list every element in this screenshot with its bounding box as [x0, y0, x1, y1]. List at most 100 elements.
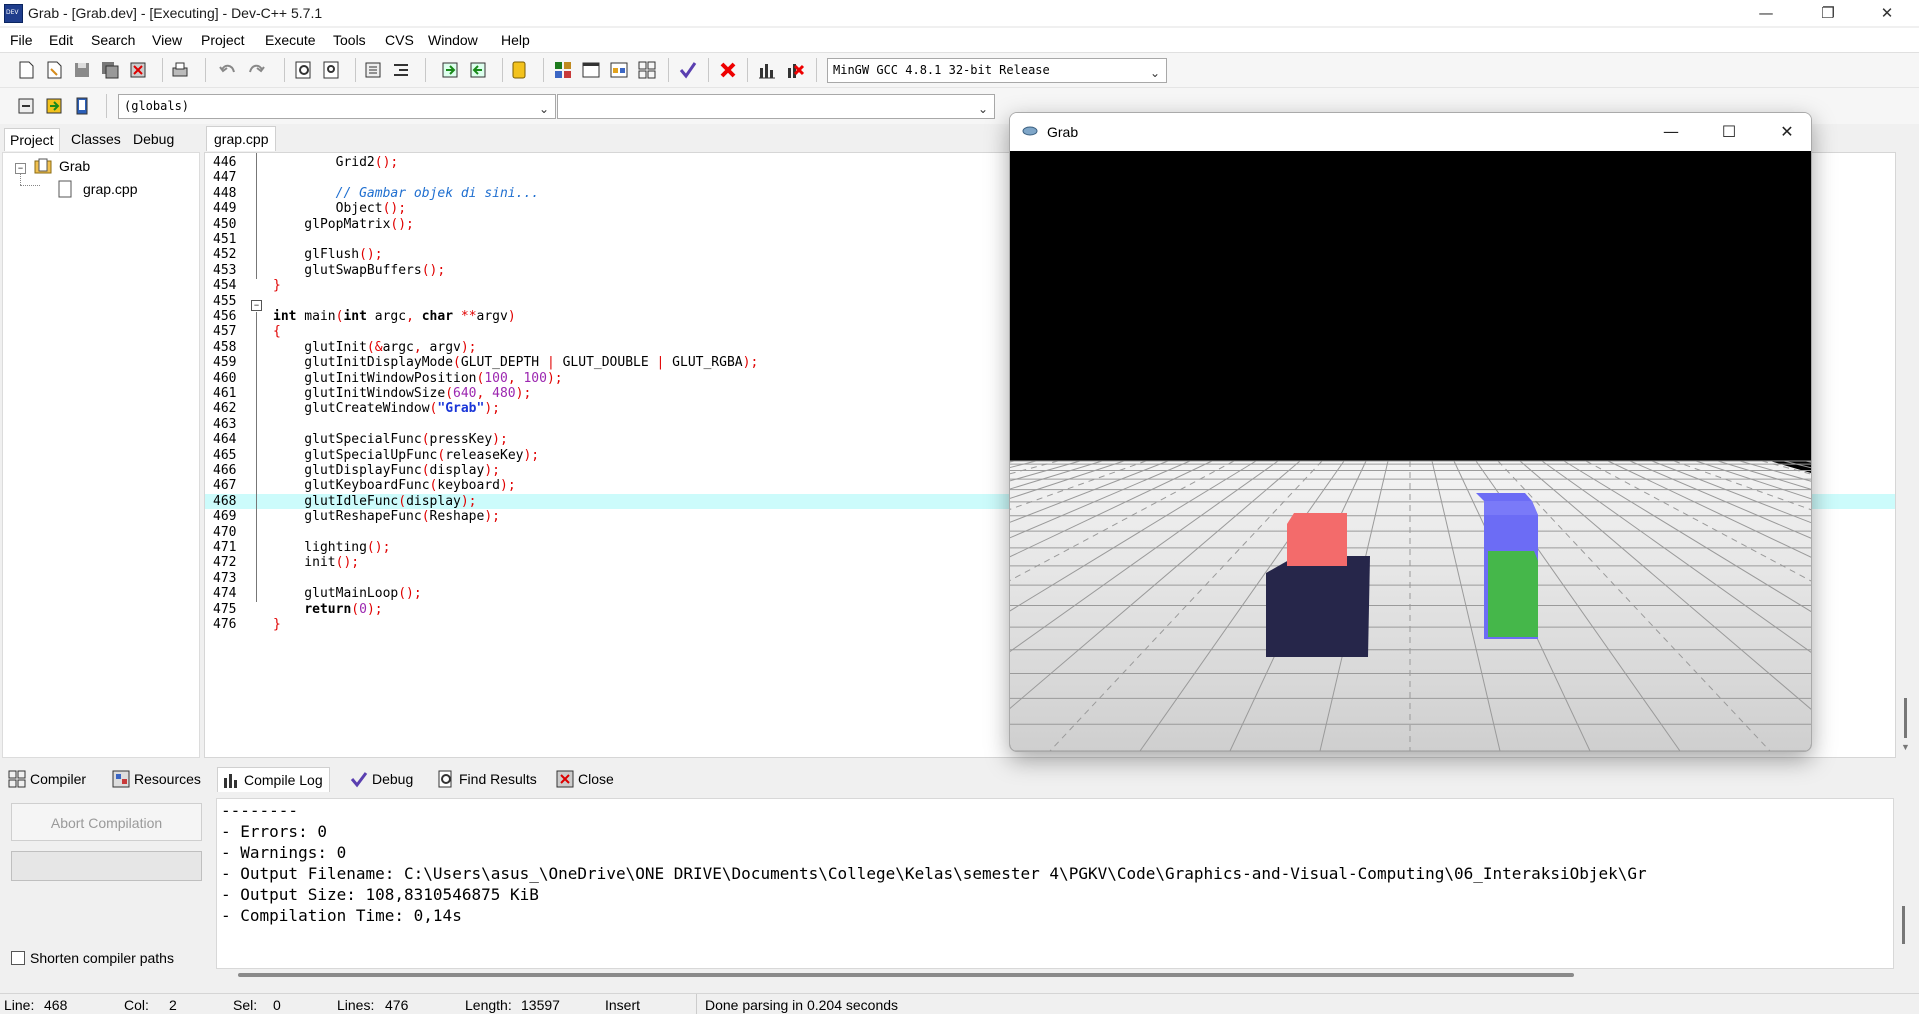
scroll-down-icon[interactable]: ▼	[1901, 742, 1910, 752]
code-text: }	[273, 278, 281, 294]
gl-output-window[interactable]: Grab — ☐ ✕	[1009, 112, 1812, 752]
indent-icon[interactable]	[363, 60, 383, 80]
line-number: 456	[213, 309, 237, 324]
status-length: 13597	[521, 997, 560, 1013]
close-button[interactable]: ✕	[1858, 0, 1916, 26]
new-file-icon[interactable]	[16, 60, 36, 80]
tree-item-file[interactable]: grap.cpp	[83, 181, 137, 197]
project-options-icon[interactable]	[509, 60, 529, 80]
code-text: glutIdleFunc(display);	[273, 493, 477, 509]
replace-icon[interactable]	[322, 60, 342, 80]
status-col: 2	[169, 997, 177, 1013]
abort-compilation-button[interactable]: Abort Compilation	[11, 803, 202, 841]
log-vertical-scrollbar[interactable]	[1902, 906, 1905, 944]
save-icon[interactable]	[72, 60, 92, 80]
tab-classes[interactable]: Classes	[66, 128, 126, 150]
stop-execution-icon[interactable]	[718, 60, 738, 80]
menu-tools[interactable]: Tools	[333, 32, 366, 48]
menu-execute[interactable]: Execute	[265, 32, 316, 48]
editor-scrollbar-thumb[interactable]	[1904, 698, 1907, 738]
scope-select[interactable]: (globals) ⌄	[118, 94, 556, 119]
menu-file[interactable]: File	[10, 32, 33, 48]
gl-window-titlebar[interactable]: Grab — ☐ ✕	[1010, 113, 1811, 151]
close-file-icon[interactable]	[128, 60, 148, 80]
compile-log-output[interactable]: -------- - Errors: 0 - Warnings: 0 - Out…	[216, 798, 1894, 969]
editor-tab[interactable]: grap.cpp	[206, 126, 277, 151]
delete-profile-icon[interactable]	[785, 60, 805, 80]
bookmark-icon[interactable]	[72, 96, 92, 116]
shorten-paths-checkbox[interactable]	[11, 951, 25, 965]
line-number: 471	[213, 540, 237, 555]
tab-project[interactable]: Project	[4, 128, 60, 151]
fold-line	[256, 153, 257, 279]
gl-minimize-button[interactable]: —	[1642, 113, 1700, 151]
line-number: 466	[213, 463, 237, 478]
log-line: - Errors: 0	[221, 822, 327, 841]
menu-view[interactable]: View	[152, 32, 182, 48]
code-text: return(0);	[304, 601, 383, 617]
rebuild-icon[interactable]	[637, 60, 657, 80]
gl-maximize-button[interactable]: ☐	[1700, 113, 1758, 151]
remove-from-project-icon[interactable]	[468, 60, 488, 80]
navy-cube	[1266, 556, 1370, 657]
code-text: glutDisplayFunc(display);	[273, 463, 500, 478]
print-icon[interactable]	[170, 60, 190, 80]
tab-resources[interactable]: Resources	[108, 767, 207, 791]
unindent-icon[interactable]	[391, 60, 411, 80]
tab-compiler[interactable]: Compiler	[4, 767, 92, 791]
tab-debug[interactable]: Debug	[128, 128, 179, 150]
menu-help[interactable]: Help	[501, 32, 530, 48]
code-text: Grid2();	[273, 155, 399, 170]
menu-project[interactable]: Project	[201, 32, 245, 48]
goto-definition-icon[interactable]	[44, 96, 64, 116]
fold-line	[256, 312, 257, 602]
profile-icon[interactable]	[757, 60, 777, 80]
compile-icon[interactable]	[553, 60, 573, 80]
compiler-select[interactable]: MinGW GCC 4.8.1 32-bit Release ⌄	[827, 58, 1167, 83]
menu-cvs[interactable]: CVS	[385, 32, 414, 48]
syntax-check-icon[interactable]	[678, 60, 698, 80]
save-all-icon[interactable]	[100, 60, 120, 80]
close-panel-icon	[556, 770, 574, 788]
tab-debug-bottom[interactable]: Debug	[346, 767, 419, 791]
log-horizontal-scrollbar[interactable]	[238, 973, 1574, 977]
undo-icon[interactable]	[218, 60, 238, 80]
shorten-paths-label: Shorten compiler paths	[30, 950, 174, 966]
fold-toggle-icon[interactable]: −	[251, 300, 262, 311]
line-number: 461	[213, 386, 237, 401]
restore-button[interactable]: ❐	[1799, 0, 1857, 26]
run-icon[interactable]	[581, 60, 601, 80]
menu-search[interactable]: Search	[91, 32, 135, 48]
line-number: 453	[213, 262, 237, 278]
find-icon[interactable]	[294, 60, 314, 80]
code-text: }	[273, 617, 281, 632]
tab-compile-log[interactable]: Compile Log	[217, 767, 330, 792]
gl-render-viewport[interactable]	[1010, 151, 1811, 751]
tree-item-project[interactable]: Grab	[59, 158, 90, 174]
menu-bar: File Edit Search View Project Execute To…	[0, 28, 1919, 52]
tab-close[interactable]: Close	[552, 767, 620, 791]
goto-declaration-icon[interactable]	[16, 96, 36, 116]
code-text: int main(int argc, char **argv)	[273, 309, 516, 324]
tab-find-results[interactable]: Find Results	[433, 767, 543, 791]
line-number: 463	[213, 416, 237, 432]
line-number: 447	[213, 170, 237, 186]
menu-window[interactable]: Window	[428, 32, 478, 48]
tab-close-label: Close	[578, 771, 614, 787]
compile-run-icon[interactable]	[609, 60, 629, 80]
devcpp-app-icon	[4, 4, 23, 23]
minimize-button[interactable]: —	[1737, 0, 1795, 26]
menu-edit[interactable]: Edit	[49, 32, 73, 48]
redo-icon[interactable]	[246, 60, 266, 80]
open-file-icon[interactable]	[44, 60, 64, 80]
compiler-grid-icon	[8, 770, 26, 788]
gl-close-button[interactable]: ✕	[1758, 113, 1811, 151]
scope-select-value: (globals)	[124, 99, 190, 113]
cpp-file-icon	[58, 180, 72, 198]
add-to-project-icon[interactable]	[440, 60, 460, 80]
status-length-label: Length:	[465, 997, 512, 1013]
compiler-select-value: MinGW GCC 4.8.1 32-bit Release	[833, 63, 1050, 77]
chevron-down-icon: ⌄	[977, 102, 988, 116]
function-select[interactable]: ⌄	[557, 94, 995, 119]
line-number: 457	[213, 324, 237, 340]
